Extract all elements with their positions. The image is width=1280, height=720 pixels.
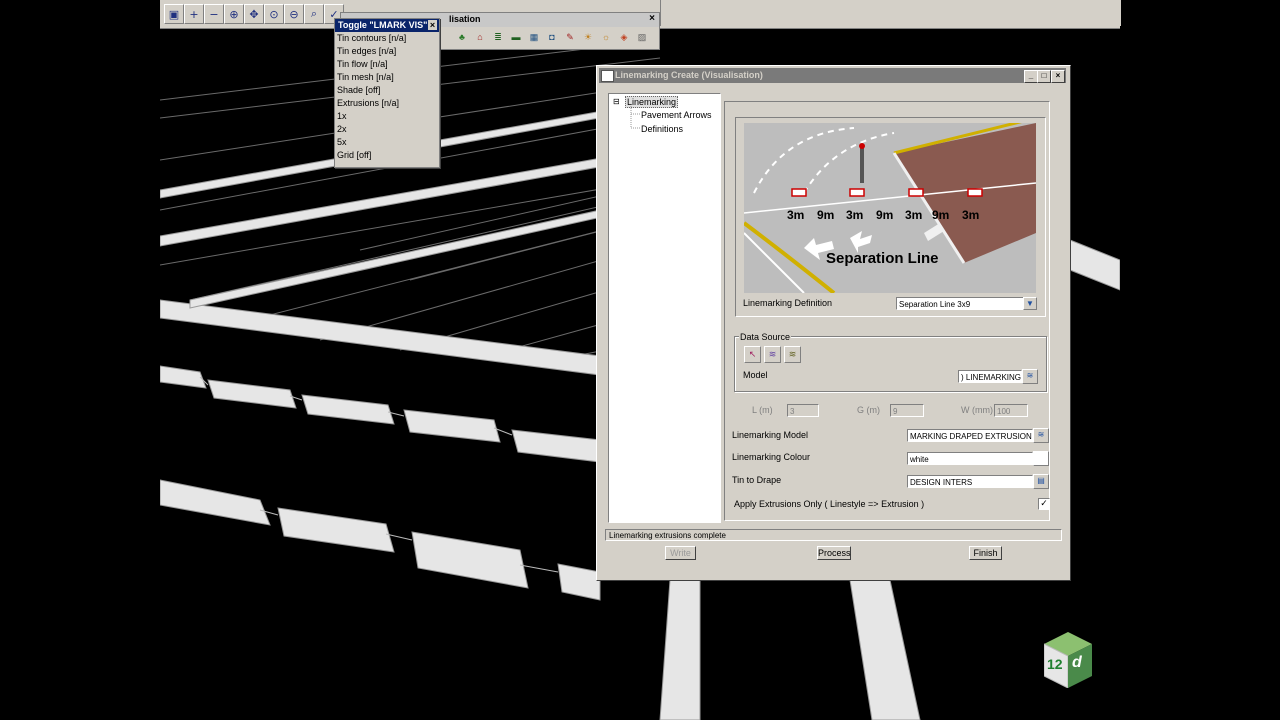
linemarking-colour-field[interactable]: white	[907, 452, 1033, 465]
menu-item-grid[interactable]: Grid [off]	[335, 149, 439, 162]
preview-length-label: 3m	[905, 208, 923, 222]
process-button[interactable]: Process	[817, 546, 851, 560]
tree-item-definitions[interactable]: Definitions	[641, 124, 683, 134]
linemarking-definition-label: Linemarking Definition	[743, 298, 833, 308]
g-label: G (m)	[857, 405, 880, 415]
tree-item-pavement-arrows[interactable]: Pavement Arrows	[641, 110, 712, 120]
paint-icon[interactable]: ✎	[563, 30, 577, 44]
tin-select-icon[interactable]: ▤	[1033, 474, 1049, 489]
apply-extrusions-label: Apply Extrusions Only ( Linestyle => Ext…	[734, 499, 925, 509]
preview-length-label: 9m	[817, 208, 835, 222]
status-bar: Linemarking extrusions complete	[605, 529, 1062, 541]
window-icon	[601, 70, 614, 82]
write-button[interactable]: Write	[665, 546, 696, 560]
close-icon[interactable]: ×	[428, 20, 437, 30]
house-icon[interactable]: ⌂	[473, 30, 487, 44]
toggle-menu-title-text: Toggle "LMARK VIS"	[338, 20, 428, 30]
zoom-window-icon[interactable]: ⊙	[264, 4, 284, 24]
maximize-icon[interactable]: □	[1037, 70, 1051, 83]
close-icon[interactable]: ×	[1051, 70, 1065, 83]
data-source-group	[734, 336, 1047, 392]
toggle-menu-title: Toggle "LMARK VIS" ×	[335, 19, 439, 32]
dialog-title: Linemarking Create (Visualisation)	[615, 70, 763, 80]
w-field[interactable]: 100	[994, 404, 1028, 417]
chevron-down-icon[interactable]: ▼	[1023, 297, 1037, 310]
zoom-in-icon[interactable]: ⊕	[224, 4, 244, 24]
linemarking-preview-image: 3m 9m 3m 9m 3m 9m 3m Separation Line	[744, 123, 1036, 293]
menu-item-tin-edges[interactable]: Tin edges [n/a]	[335, 45, 439, 58]
pick-icon[interactable]: ↖	[744, 346, 761, 363]
logo-sub-text: d	[1072, 654, 1082, 671]
preview-length-label: 9m	[876, 208, 894, 222]
visualisation-toolbar-title-text: lisation	[449, 14, 481, 24]
12d-logo: 12 d	[1043, 632, 1092, 689]
menu-item-1x[interactable]: 1x	[335, 110, 439, 123]
layers-icon[interactable]: ≋	[764, 346, 781, 363]
linemarking-model-field[interactable]: MARKING DRAPED EXTRUSIONS	[907, 429, 1033, 442]
l-label: L (m)	[752, 405, 773, 415]
light-icon[interactable]: ☀	[581, 30, 595, 44]
camera-icon[interactable]: ◘	[545, 30, 559, 44]
apply-extrusions-checkbox[interactable]: ✓	[1038, 498, 1050, 510]
vehicle-icon[interactable]: ▬	[509, 30, 523, 44]
g-field[interactable]: 9	[890, 404, 924, 417]
model-field[interactable]: ) LINEMARKING	[958, 370, 1022, 383]
zoom-extent-icon[interactable]: ✥	[244, 4, 264, 24]
zoom-out-icon[interactable]: ⊖	[284, 4, 304, 24]
linemarking-create-dialog: Linemarking Create (Visualisation) _ □ ×…	[596, 65, 1071, 581]
menu-item-tin-mesh[interactable]: Tin mesh [n/a]	[335, 71, 439, 84]
layers-stack-icon[interactable]: ≋	[784, 346, 801, 363]
w-label: W (mm)	[961, 405, 993, 415]
menu-item-5x[interactable]: 5x	[335, 136, 439, 149]
remove-icon[interactable]: −	[204, 4, 224, 24]
linemarking-model-label: Linemarking Model	[732, 430, 809, 440]
tin-to-drape-field[interactable]: DESIGN INTERS	[907, 475, 1033, 488]
model-select-icon[interactable]: ≋	[1022, 369, 1038, 384]
add-icon[interactable]: +	[184, 4, 204, 24]
lamp-icon[interactable]: ☼	[599, 30, 613, 44]
model-label: Model	[743, 370, 768, 380]
menu-item-shade[interactable]: Shade [off]	[335, 84, 439, 97]
close-icon[interactable]: ×	[649, 13, 655, 24]
preview-length-label: 3m	[962, 208, 980, 222]
menu-item-extrusions[interactable]: Extrusions [n/a]	[335, 97, 439, 110]
preview-length-label: 3m	[787, 208, 805, 222]
preview-length-label: 3m	[846, 208, 864, 222]
l-field[interactable]: 3	[787, 404, 819, 417]
collapse-icon[interactable]: ⊟	[613, 97, 620, 106]
logo-text: 12	[1047, 656, 1063, 672]
tree-lines	[630, 106, 641, 129]
texture-icon[interactable]: ◈	[617, 30, 631, 44]
building-icon[interactable]: ▦	[527, 30, 541, 44]
save-view-icon[interactable]: ▣	[164, 4, 184, 24]
model-select-icon[interactable]: ≋	[1033, 428, 1049, 443]
linemarking-colour-label: Linemarking Colour	[732, 452, 811, 462]
data-source-legend: Data Source	[739, 332, 792, 342]
fence-icon[interactable]: ≣	[491, 30, 505, 44]
toggle-menu: Toggle "LMARK VIS" × Tin contours [n/a] …	[334, 18, 440, 168]
menu-item-2x[interactable]: 2x	[335, 123, 439, 136]
tin-to-drape-label: Tin to Drape	[732, 475, 782, 485]
menu-item-tin-contours[interactable]: Tin contours [n/a]	[335, 32, 439, 45]
top-right-toolbar-area	[660, 0, 1121, 26]
search-icon[interactable]: ⌕	[304, 4, 324, 24]
colour-swatch[interactable]	[1033, 451, 1049, 466]
tree-view: ⊟ Linemarking Pavement Arrows Definition…	[608, 93, 721, 523]
finish-button[interactable]: Finish	[969, 546, 1002, 560]
menu-item-tin-flow[interactable]: Tin flow [n/a]	[335, 58, 439, 71]
dialog-title-bar[interactable]: Linemarking Create (Visualisation) _ □ ×	[599, 68, 1066, 83]
preview-length-label: 9m	[932, 208, 950, 222]
linemarking-definition-field[interactable]: Separation Line 3x9	[896, 297, 1024, 310]
minimize-icon[interactable]: _	[1024, 70, 1038, 83]
tree-icon[interactable]: ♣	[455, 30, 469, 44]
hatch-icon[interactable]: ▨	[635, 30, 649, 44]
preview-caption: Separation Line	[826, 250, 939, 267]
